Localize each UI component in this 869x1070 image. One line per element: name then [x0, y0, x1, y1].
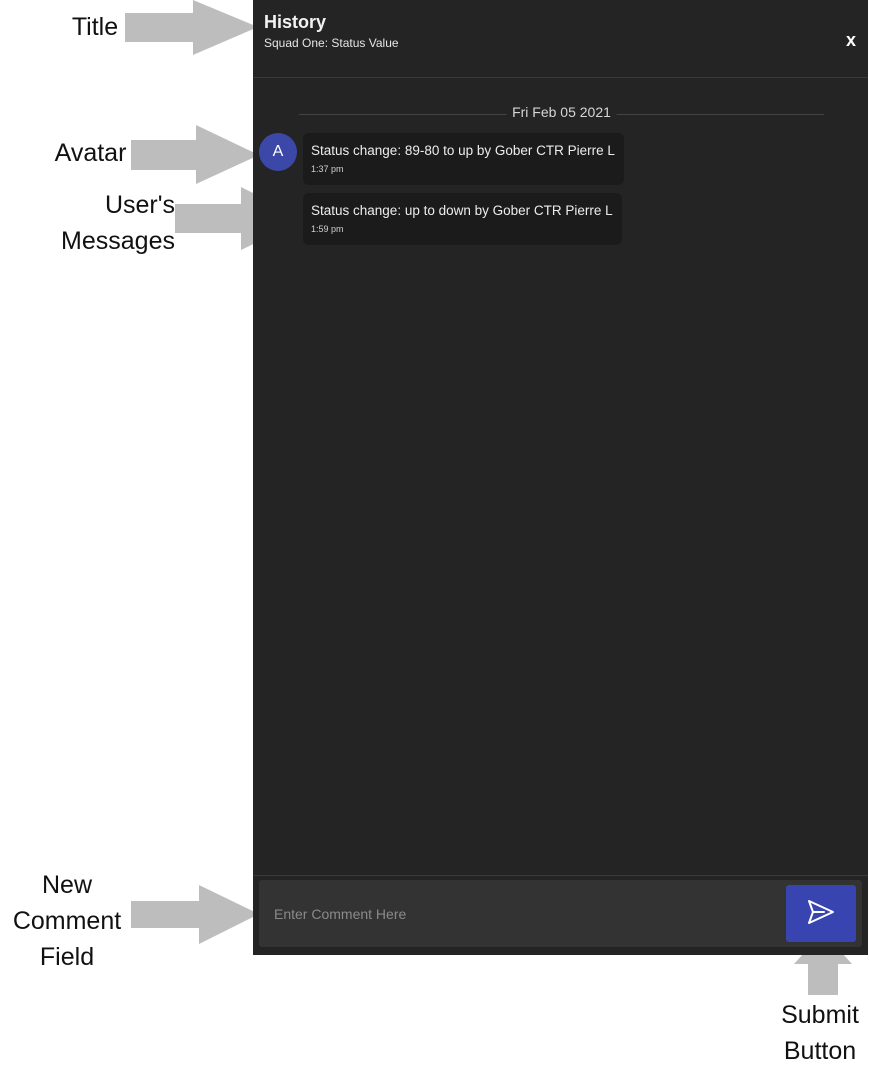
annotation-comment-field-arrow [131, 885, 261, 945]
message-time: 1:59 pm [311, 224, 344, 234]
annotation-avatar-arrow [131, 125, 261, 185]
annotation-title-label: Title [71, 13, 119, 41]
avatar: A [259, 133, 297, 171]
panel-header: History Squad One: Status Value x [253, 0, 868, 78]
message-bubble: Status change: 89-80 to up by Gober CTR … [303, 133, 624, 185]
annotation-title-arrow [125, 0, 260, 56]
history-panel: History Squad One: Status Value x Fri Fe… [253, 0, 868, 955]
annotation-comment-field-label: New Comment Field [12, 871, 122, 971]
message-time: 1:37 pm [311, 164, 344, 174]
annotation-avatar-label: Avatar [54, 139, 127, 167]
panel-subtitle: Squad One: Status Value [264, 36, 399, 50]
date-divider: Fri Feb 05 2021 [299, 104, 824, 124]
comment-input[interactable] [259, 880, 779, 947]
annotation-messages-label: User's Messages [61, 191, 175, 255]
message-text: Status change: 89-80 to up by Gober CTR … [311, 143, 615, 158]
send-button[interactable] [786, 885, 856, 942]
send-icon [807, 899, 835, 928]
panel-title: History [264, 12, 327, 32]
annotated-screenshot: Title Avatar User's Messages New Comment… [0, 0, 869, 1070]
message-bubble: Status change: up to down by Gober CTR P… [303, 193, 622, 245]
avatar-initial: A [272, 143, 284, 160]
close-button[interactable]: x [846, 30, 856, 51]
comment-composer [259, 880, 862, 947]
annotation-submit-label: Submit Button [781, 1001, 859, 1065]
composer-divider [253, 875, 868, 876]
message-text: Status change: up to down by Gober CTR P… [311, 203, 613, 218]
date-label: Fri Feb 05 2021 [506, 104, 617, 120]
